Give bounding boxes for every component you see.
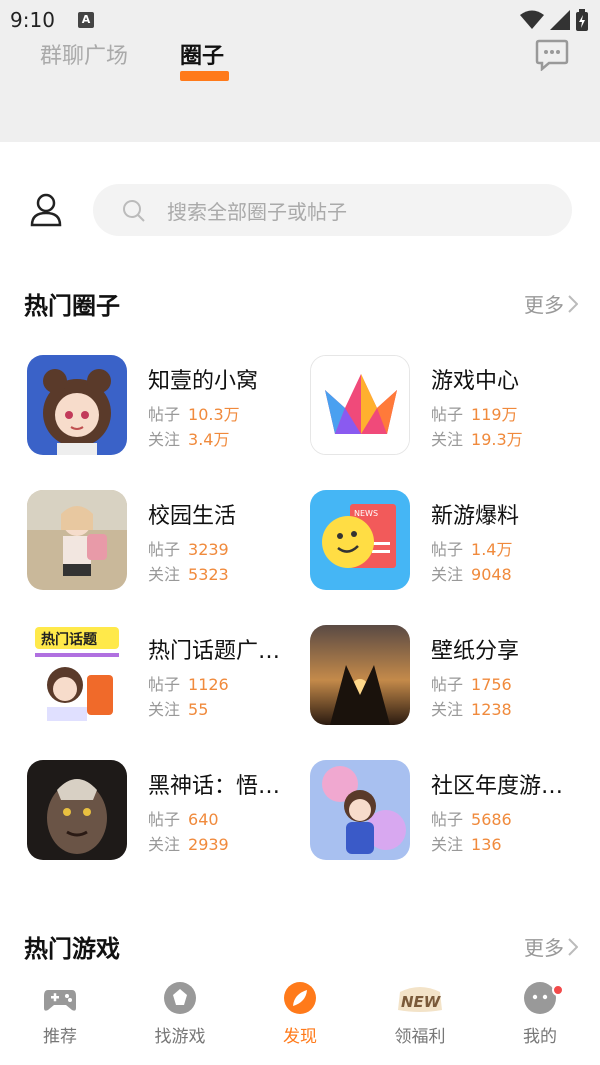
circle-thumbnail [27,355,127,455]
nav-item-discover[interactable]: 发现 [240,980,360,1047]
circle-card[interactable]: 热门话题 热门话题广… 帖子 1126 关注 55 [27,625,297,725]
status-icons [520,9,588,31]
nav-label: 发现 [283,1027,317,1047]
circle-name: 游戏中心 [431,369,520,394]
hot-games-more-link[interactable]: 更多 [524,932,578,961]
circle-thumbnail [310,355,410,455]
circle-name: 社区年度游… [431,774,564,799]
posts-stat: 帖子 3239 [148,540,229,559]
status-a-badge: A [78,12,94,28]
circle-name: 热门话题广… [148,639,281,664]
search-placeholder: 搜索全部圈子或帖子 [167,200,347,224]
chevron-right-icon [568,294,578,313]
nav-label: 推荐 [43,1027,77,1047]
posts-stat: 帖子 119万 [431,405,518,424]
chevron-right-icon [568,937,578,956]
more-label: 更多 [524,936,564,960]
gamepad-icon [44,990,76,1011]
news-thumb-text: NEWS [354,509,378,518]
posts-stat: 帖子 640 [148,810,219,829]
circle-card[interactable]: NEWS 新游爆料 帖子 1.4万 关注 9048 [310,490,580,590]
hot-games-title: 热门游戏 [24,935,120,963]
message-icon[interactable] [535,37,569,71]
follows-stat: 关注 3.4万 [148,430,230,449]
posts-stat: 帖子 10.3万 [148,405,240,424]
more-label: 更多 [524,293,564,317]
circle-name: 知壹的小窝 [148,369,259,394]
circle-card[interactable]: 社区年度游… 帖子 5686 关注 136 [310,760,580,860]
circle-thumbnail: NEWS [310,490,410,590]
circle-card[interactable]: 校园生活 帖子 3239 关注 5323 [27,490,297,590]
status-time: 9:10 [10,8,55,32]
follows-stat: 关注 5323 [148,565,229,584]
active-tab-indicator [180,71,229,81]
discover-icon [284,982,316,1014]
hot-topic-thumb-text: 热门话题 [41,631,98,648]
nav-item-find-game[interactable]: 找游戏 [120,980,240,1047]
posts-stat: 帖子 5686 [431,810,512,829]
nav-item-recommend[interactable]: 推荐 [0,980,120,1047]
circle-name: 校园生活 [148,504,237,529]
circle-thumbnail [27,760,127,860]
follows-stat: 关注 136 [431,835,502,854]
nav-label: 我的 [523,1027,557,1047]
nav-item-benefits[interactable]: NEW 领福利 [360,980,480,1047]
hot-circles-more-link[interactable]: 更多 [524,289,578,318]
circle-name: 新游爆料 [431,504,520,529]
circle-name: 黑神话：悟… [148,774,281,799]
wifi-icon [520,10,544,29]
notification-dot [552,984,564,996]
nav-label: 找游戏 [154,1027,206,1047]
circle-thumbnail: 热门话题 [27,625,127,725]
tab-circle[interactable]: 圈子 [180,38,224,70]
nav-item-mine[interactable]: 我的 [480,980,600,1047]
hot-circles-title: 热门圈子 [24,292,120,320]
circle-card[interactable]: 壁纸分享 帖子 1756 关注 1238 [310,625,580,725]
follows-stat: 关注 1238 [431,700,512,719]
circle-thumbnail [310,625,410,725]
posts-stat: 帖子 1126 [148,675,229,694]
bottom-nav: 推荐 找游戏 发现 NEW 领福利 我的 [0,972,600,1065]
follows-stat: 关注 19.3万 [431,430,523,449]
follows-stat: 关注 55 [148,700,209,719]
circle-thumbnail [27,490,127,590]
posts-stat: 帖子 1.4万 [431,540,513,559]
battery-icon [576,9,588,31]
circle-card[interactable]: 知壹的小窝 帖子 10.3万 关注 3.4万 [27,355,297,455]
explore-icon [164,982,196,1014]
new-badge-icon: NEW [398,987,442,1012]
posts-stat: 帖子 1756 [431,675,512,694]
new-badge-text: NEW [401,993,442,1011]
follows-stat: 关注 9048 [431,565,512,584]
circle-name: 壁纸分享 [431,639,520,664]
circle-thumbnail [310,760,410,860]
top-bar: 9:10 A 群聊广场 圈子 [0,0,600,142]
follows-stat: 关注 2939 [148,835,229,854]
nav-label: 领福利 [394,1027,446,1047]
circle-card[interactable]: 游戏中心 帖子 119万 关注 19.3万 [310,355,580,455]
search-icon [123,200,145,222]
tab-group-chat-plaza[interactable]: 群聊广场 [40,38,128,70]
user-icon[interactable] [30,193,62,227]
signal-icon [550,10,570,30]
circle-card[interactable]: 黑神话：悟… 帖子 640 关注 2939 [27,760,297,860]
search-bar[interactable]: 搜索全部圈子或帖子 [93,184,572,236]
